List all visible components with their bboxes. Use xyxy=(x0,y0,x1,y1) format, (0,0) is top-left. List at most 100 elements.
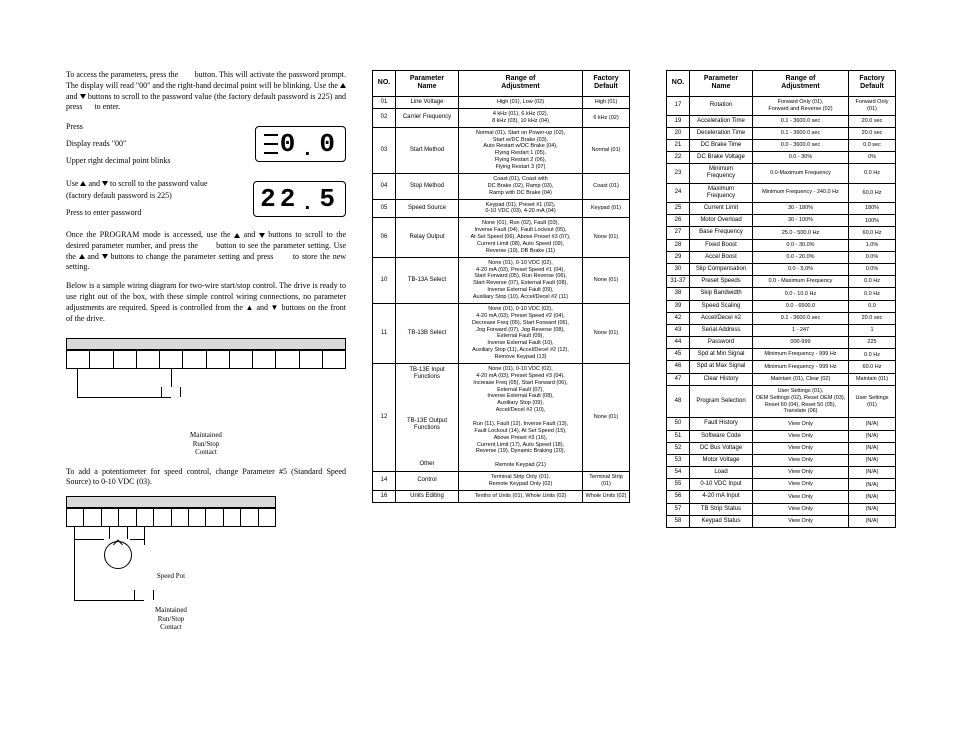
cell-no: 45 xyxy=(667,349,690,361)
intro-text-5: to enter. xyxy=(94,102,120,111)
table-row: 30Slip Compensation0.0 - 5.0%0.0% xyxy=(667,263,896,275)
cell-no: 44 xyxy=(667,337,690,349)
parameter-table-1: NO. Parameter Name Range of Adjustment F… xyxy=(372,70,630,503)
middle-column: NO. Parameter Name Range of Adjustment F… xyxy=(372,70,630,631)
lcd2-right-digit: 5 xyxy=(319,184,339,214)
cell-no: 24 xyxy=(667,183,690,202)
cell-range: Terminal Strip Only (01), Remote Keypad … xyxy=(459,472,583,491)
cell-name: TB Strip Status xyxy=(690,503,753,515)
cell-range: 000-999 xyxy=(753,337,849,349)
cell-range: 0.0 - 30% xyxy=(753,152,849,164)
up-arrow-icon xyxy=(79,254,85,259)
cell-no: 53 xyxy=(667,454,690,466)
cell-default: Normal (01) xyxy=(583,127,630,173)
cell-no: 25 xyxy=(667,203,690,215)
cell-range: View Only xyxy=(753,454,849,466)
cell-range: Keypad (01), Preset #1 (02), 0-10 VDC (0… xyxy=(459,199,583,218)
cell-name: Load xyxy=(690,467,753,479)
cell-name: Control xyxy=(396,472,459,491)
cell-default: Whole Units (02) xyxy=(583,490,630,502)
wiring-diagram-1: Maintained Run/Stop Contact xyxy=(66,338,346,456)
table-row: 28Fixed Boost0.0 - 30.0%1.0% xyxy=(667,239,896,251)
cell-range: None (01), 0-10 VDC (02), 4-20 mA (03), … xyxy=(459,363,583,471)
cell-default: (N/A) xyxy=(849,503,896,515)
cell-no: 19 xyxy=(667,115,690,127)
cell-range: Maintain (01), Clear (02) xyxy=(753,373,849,385)
cell-name: TB-13B Select xyxy=(396,303,459,363)
cell-no: 04 xyxy=(373,173,396,199)
table-row: 53Motor VoltageView Only(N/A) xyxy=(667,454,896,466)
table-row: 50Fault HistoryView Only(N/A) xyxy=(667,418,896,430)
cell-no: 38 xyxy=(667,288,690,300)
cell-default: High (01) xyxy=(583,96,630,108)
cell-range: 0.1 - 3600.0 sec xyxy=(753,115,849,127)
cell-name: Rotation xyxy=(690,96,753,115)
cell-range: View Only xyxy=(753,491,849,503)
press-line: Press xyxy=(66,121,226,134)
wiring-diagram-2: Speed Pot Maintained Run/Stop Contact xyxy=(66,496,276,631)
cell-range: 0.0 - Maximum Frequency xyxy=(753,276,849,288)
table-row: 42Accel/Decel #20.1 - 3600.0 sec20.0 sec xyxy=(667,312,896,324)
cell-no: 30 xyxy=(667,263,690,275)
cell-default: Forward Only (01) xyxy=(849,96,896,115)
lcd-text-block-1: Press Display reads "00" Upper right dec… xyxy=(66,121,226,167)
cell-range: 4 kHz (01), 6 kHz (02), 8 kHz (03), 10 k… xyxy=(459,108,583,127)
cell-default: 0% xyxy=(849,152,896,164)
cell-range: Minimum Frequency - 999 Hz xyxy=(753,361,849,373)
table-row: 20Deceleration Time0.1 - 3600.0 sec20.0 … xyxy=(667,127,896,139)
table-row: 01Line VoltageHigh (01), Low (02)High (0… xyxy=(373,96,630,108)
cell-name: Speed Scaling xyxy=(690,300,753,312)
cell-default: (N/A) xyxy=(849,442,896,454)
cell-range: 0.0-Maximum Frequency xyxy=(753,164,849,183)
lcd1-left-digit: 0 xyxy=(280,129,300,159)
cell-no: 57 xyxy=(667,503,690,515)
cell-name: Motor Overload xyxy=(690,215,753,227)
table-row: 11TB-13B SelectNone (01), 0-10 VDC (02),… xyxy=(373,303,630,363)
maintained-label-1: Maintained Run/Stop Contact xyxy=(66,431,346,456)
down-arrow-icon xyxy=(102,254,108,259)
cell-range: 0.0 - 3600.0 sec xyxy=(753,139,849,151)
cell-default: Coast (01) xyxy=(583,173,630,199)
cell-no: 01 xyxy=(373,96,396,108)
table-row: 54LoadView Only(N/A) xyxy=(667,467,896,479)
cell-default: 20.0 sec xyxy=(849,115,896,127)
table-row: 31-37Preset Speeds0.0 - Maximum Frequenc… xyxy=(667,276,896,288)
cell-name: DC Brake Time xyxy=(690,139,753,151)
up-arrow-icon xyxy=(340,83,346,88)
down-arrow-icon xyxy=(80,94,86,99)
cell-name: Fault History xyxy=(690,418,753,430)
cell-range: Coast (01), Coast with DC Brake (02), Ra… xyxy=(459,173,583,199)
right-column: NO. Parameter Name Range of Adjustment F… xyxy=(666,70,896,631)
table-row: 12TB-13E Input Functions TB-13E Output F… xyxy=(373,363,630,471)
cell-name: Relay Output xyxy=(396,218,459,257)
table-row: 10TB-13A SelectNone (01), 0-10 VDC (02),… xyxy=(373,257,630,303)
cell-range: View Only xyxy=(753,515,849,527)
cell-no: 14 xyxy=(373,472,396,491)
cell-no: 22 xyxy=(667,152,690,164)
cell-no: 28 xyxy=(667,239,690,251)
cell-default: None (01) xyxy=(583,257,630,303)
cell-name: Acceleration Time xyxy=(690,115,753,127)
table-row: 58Keypad StatusView Only(N/A) xyxy=(667,515,896,527)
col-range-header: Range of Adjustment xyxy=(459,71,583,97)
cell-name: Accel/Decel #2 xyxy=(690,312,753,324)
cell-range: High (01), Low (02) xyxy=(459,96,583,108)
cell-range: 0.0 - 10.0 Hz xyxy=(753,288,849,300)
cell-no: 43 xyxy=(667,324,690,336)
cell-no: 55 xyxy=(667,479,690,491)
program-mode-paragraph: Once the PROGRAM mode is accessed, use t… xyxy=(66,230,346,273)
cell-default: (N/A) xyxy=(849,479,896,491)
lcd-text-block-2: Use and to scroll to the password value … xyxy=(66,178,226,220)
cell-range: 0.0 - 5.0% xyxy=(753,263,849,275)
table-row: 21DC Brake Time0.0 - 3600.0 sec0.0 sec xyxy=(667,139,896,151)
cell-default: 1 xyxy=(849,324,896,336)
cell-name: Start Method xyxy=(396,127,459,173)
cell-no: 21 xyxy=(667,139,690,151)
col-name-header: Parameter Name xyxy=(396,71,459,97)
cell-range: 30 - 180% xyxy=(753,203,849,215)
table-row: 23Minimum Frequency0.0-Maximum Frequency… xyxy=(667,164,896,183)
down-arrow-icon xyxy=(259,233,265,238)
cell-range: 0.0 - 6500.0 xyxy=(753,300,849,312)
cell-no: 05 xyxy=(373,199,396,218)
cell-default: None (01) xyxy=(583,363,630,471)
